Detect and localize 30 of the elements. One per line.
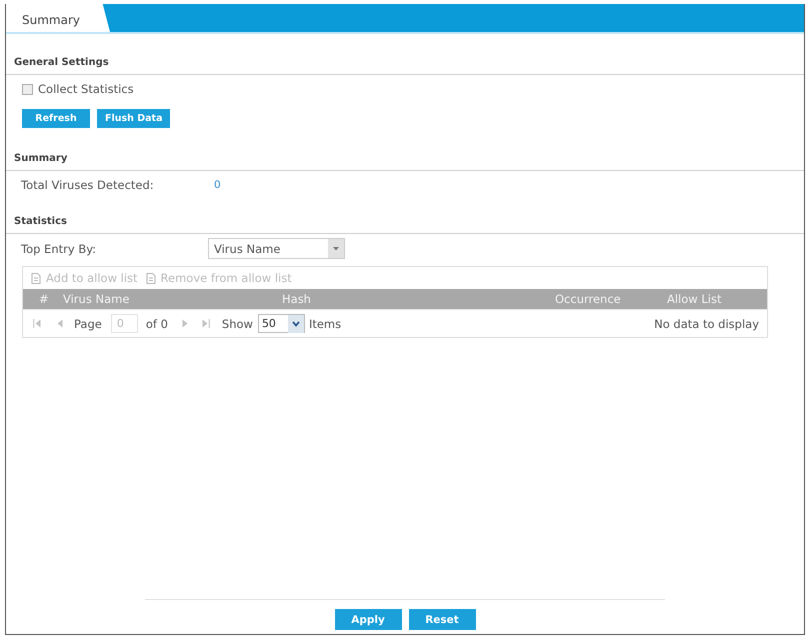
checkbox-label: Collect Statistics	[38, 82, 134, 96]
column-header: #	[38, 292, 49, 306]
field-value: 0	[214, 179, 221, 191]
dropdown[interactable]: Virus Name	[208, 238, 345, 259]
empty-message: No data to display	[654, 316, 759, 330]
action-button[interactable]: Apply	[334, 609, 402, 630]
column-header: Allow List	[667, 292, 722, 306]
page-size-dropdown[interactable]: 50	[258, 314, 305, 333]
action-button[interactable]: Flush Data	[97, 109, 170, 128]
document-icon	[146, 272, 156, 284]
field-label: Top Entry By:	[21, 242, 98, 256]
field-label: Total Viruses Detected:	[21, 178, 155, 192]
pager-label: Show	[222, 316, 253, 330]
column-header: Occurrence	[555, 292, 621, 306]
action-button[interactable]: Reset	[408, 609, 476, 630]
checkbox[interactable]	[22, 84, 33, 94]
action-button[interactable]: Refresh	[22, 109, 90, 128]
section-heading: Summary	[6, 152, 804, 171]
section-heading: General Settings	[6, 56, 804, 75]
summary-tab[interactable]: Summary	[6, 4, 110, 32]
pager-label: Page	[74, 316, 102, 330]
page-count: of 0	[146, 316, 168, 330]
page-number-field[interactable]: 0	[110, 314, 138, 333]
column-header: Virus Name	[63, 292, 130, 306]
caret-icon	[288, 314, 304, 332]
section-heading: Statistics	[6, 215, 804, 234]
column-header: Hash	[282, 292, 311, 306]
pager-label: Items	[308, 316, 342, 330]
caret-icon	[328, 239, 344, 258]
document-icon	[31, 272, 41, 284]
